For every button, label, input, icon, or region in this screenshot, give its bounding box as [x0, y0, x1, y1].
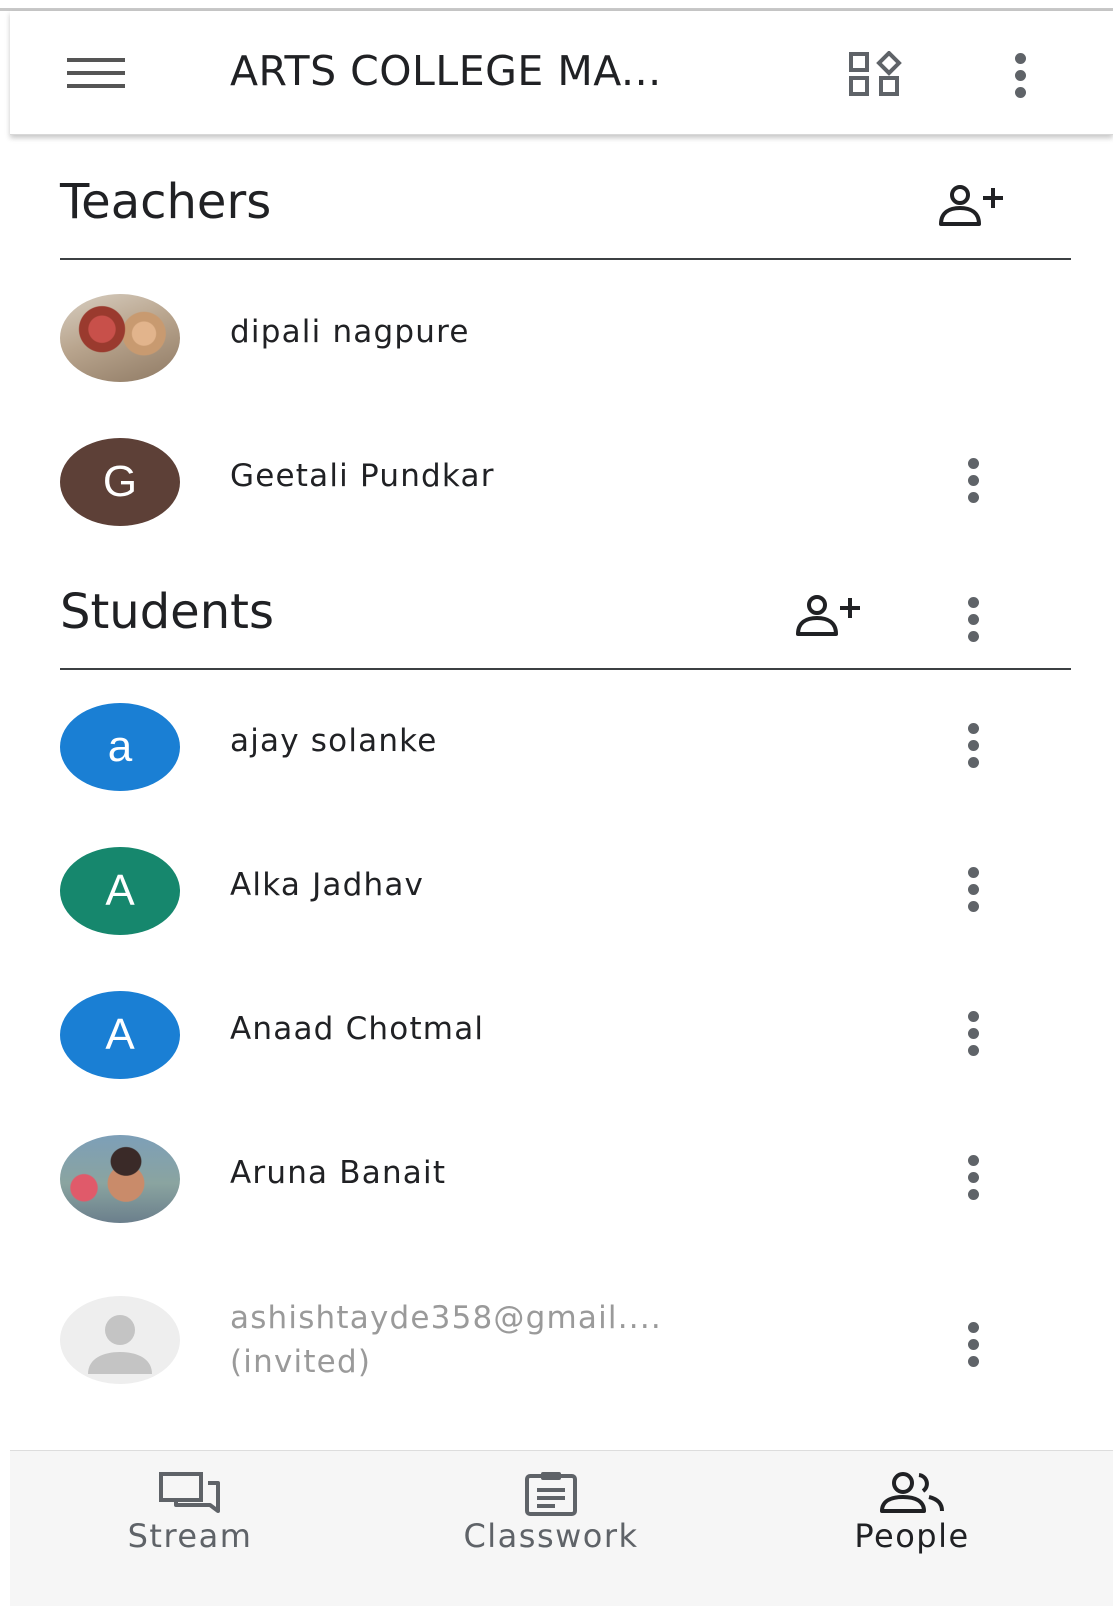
tab-stream-label: Stream: [127, 1517, 253, 1555]
class-title: ARTS COLLEGE MA...: [230, 47, 662, 95]
avatar-letter: G: [60, 438, 180, 526]
hamburger-menu-icon[interactable]: [67, 58, 125, 92]
avatar-placeholder-icon: [60, 1296, 180, 1384]
teacher-name: Geetali Pundkar: [230, 458, 495, 494]
student-row[interactable]: A Alka Jadhav: [60, 841, 1071, 941]
app-bar: ARTS COLLEGE MA...: [10, 11, 1113, 135]
tab-classwork[interactable]: Classwork: [421, 1451, 681, 1606]
student-name: ajay solanke: [230, 723, 438, 759]
avatar-letter: a: [60, 703, 180, 791]
tab-stream[interactable]: Stream: [60, 1451, 320, 1606]
student-row-invited[interactable]: ashishtayde358@gmail.... (invited): [60, 1290, 1071, 1390]
students-header: Students: [60, 580, 1071, 670]
person-add-icon[interactable]: [795, 594, 867, 638]
more-vert-icon[interactable]: [968, 867, 980, 915]
teacher-row[interactable]: G Geetali Pundkar: [60, 432, 1071, 532]
more-vert-icon[interactable]: [968, 723, 980, 771]
teacher-name: dipali nagpure: [230, 314, 470, 350]
stream-icon: [159, 1472, 220, 1513]
student-row[interactable]: a ajay solanke: [60, 697, 1071, 797]
more-vert-icon[interactable]: [968, 597, 980, 645]
more-vert-icon[interactable]: [968, 1011, 980, 1059]
avatar-photo: [60, 294, 180, 382]
more-vert-icon[interactable]: [968, 1322, 980, 1370]
student-row[interactable]: Aruna Banait: [60, 1129, 1071, 1229]
student-name: Alka Jadhav: [230, 867, 425, 903]
teachers-title: Teachers: [60, 174, 272, 230]
tab-classwork-label: Classwork: [463, 1517, 639, 1555]
student-row[interactable]: A Anaad Chotmal: [60, 985, 1071, 1085]
more-vert-icon[interactable]: [968, 458, 980, 506]
people-icon: [880, 1472, 944, 1513]
students-title: Students: [60, 584, 274, 640]
student-email: ashishtayde358@gmail....: [230, 1300, 662, 1336]
bottom-navigation: Stream Classwork People: [10, 1450, 1113, 1606]
tab-people-label: People: [854, 1517, 970, 1555]
apps-shapes-icon[interactable]: [848, 50, 908, 97]
person-add-icon[interactable]: [938, 184, 1010, 228]
student-name: Aruna Banait: [230, 1155, 447, 1191]
tab-people[interactable]: People: [782, 1451, 1042, 1606]
teachers-header: Teachers: [60, 170, 1071, 260]
invited-status: (invited): [230, 1344, 372, 1380]
student-name: Anaad Chotmal: [230, 1011, 485, 1047]
avatar-letter: A: [60, 847, 180, 935]
teacher-row[interactable]: dipali nagpure: [60, 288, 1071, 388]
avatar-photo: [60, 1135, 180, 1223]
classwork-icon: [525, 1472, 577, 1516]
more-vert-icon[interactable]: [968, 1155, 980, 1203]
avatar-letter: A: [60, 991, 180, 1079]
more-vert-icon[interactable]: [1015, 53, 1027, 101]
